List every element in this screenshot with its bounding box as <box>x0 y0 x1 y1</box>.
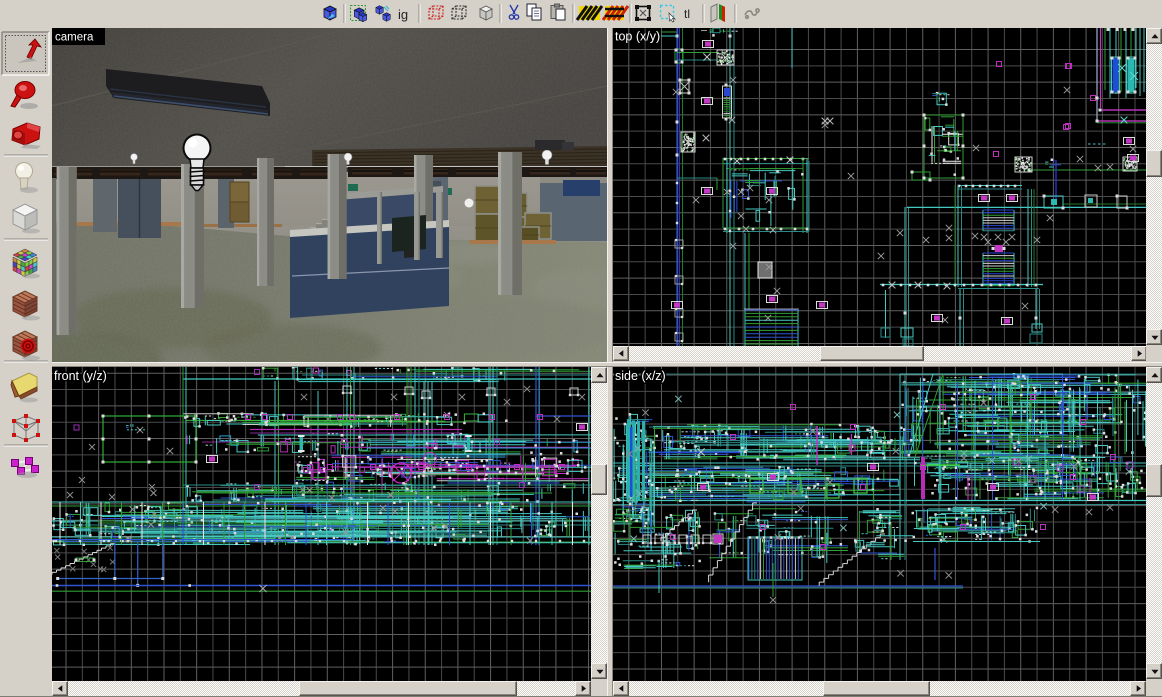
svg-text:tl: tl <box>684 7 690 21</box>
svg-text:ig: ig <box>398 7 408 22</box>
svg-text:camera: camera <box>55 32 94 44</box>
svg-text:side (x/z): side (x/z) <box>615 369 666 383</box>
svg-text:top (x/y): top (x/y) <box>615 30 660 44</box>
svg-text:front (y/z): front (y/z) <box>54 369 107 383</box>
